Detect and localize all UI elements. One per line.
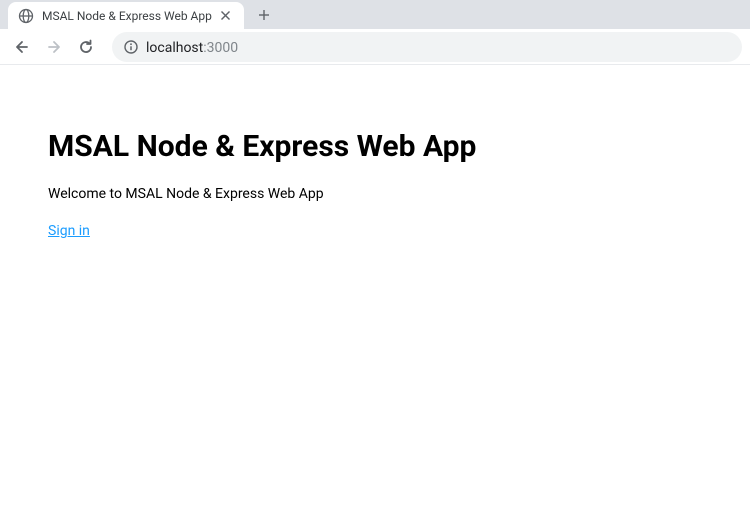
close-tab-button[interactable]	[218, 8, 234, 24]
tab-strip: MSAL Node & Express Web App	[0, 0, 750, 29]
url-port: :3000	[203, 40, 238, 56]
signin-link[interactable]: Sign in	[48, 223, 90, 239]
forward-button[interactable]	[40, 33, 68, 61]
browser-toolbar: localhost:3000	[0, 29, 750, 65]
browser-tab[interactable]: MSAL Node & Express Web App	[8, 2, 244, 29]
back-button[interactable]	[8, 33, 36, 61]
globe-icon	[18, 8, 34, 24]
url-host: localhost	[146, 40, 203, 56]
address-bar[interactable]: localhost:3000	[112, 32, 742, 62]
page-content: MSAL Node & Express Web App Welcome to M…	[0, 65, 750, 303]
welcome-text: Welcome to MSAL Node & Express Web App	[48, 186, 702, 202]
tab-title: MSAL Node & Express Web App	[42, 9, 212, 23]
url-display: localhost:3000	[146, 37, 238, 56]
page-title: MSAL Node & Express Web App	[48, 129, 702, 164]
reload-button[interactable]	[72, 33, 100, 61]
new-tab-button[interactable]	[250, 1, 278, 29]
site-info-icon[interactable]	[124, 40, 138, 54]
